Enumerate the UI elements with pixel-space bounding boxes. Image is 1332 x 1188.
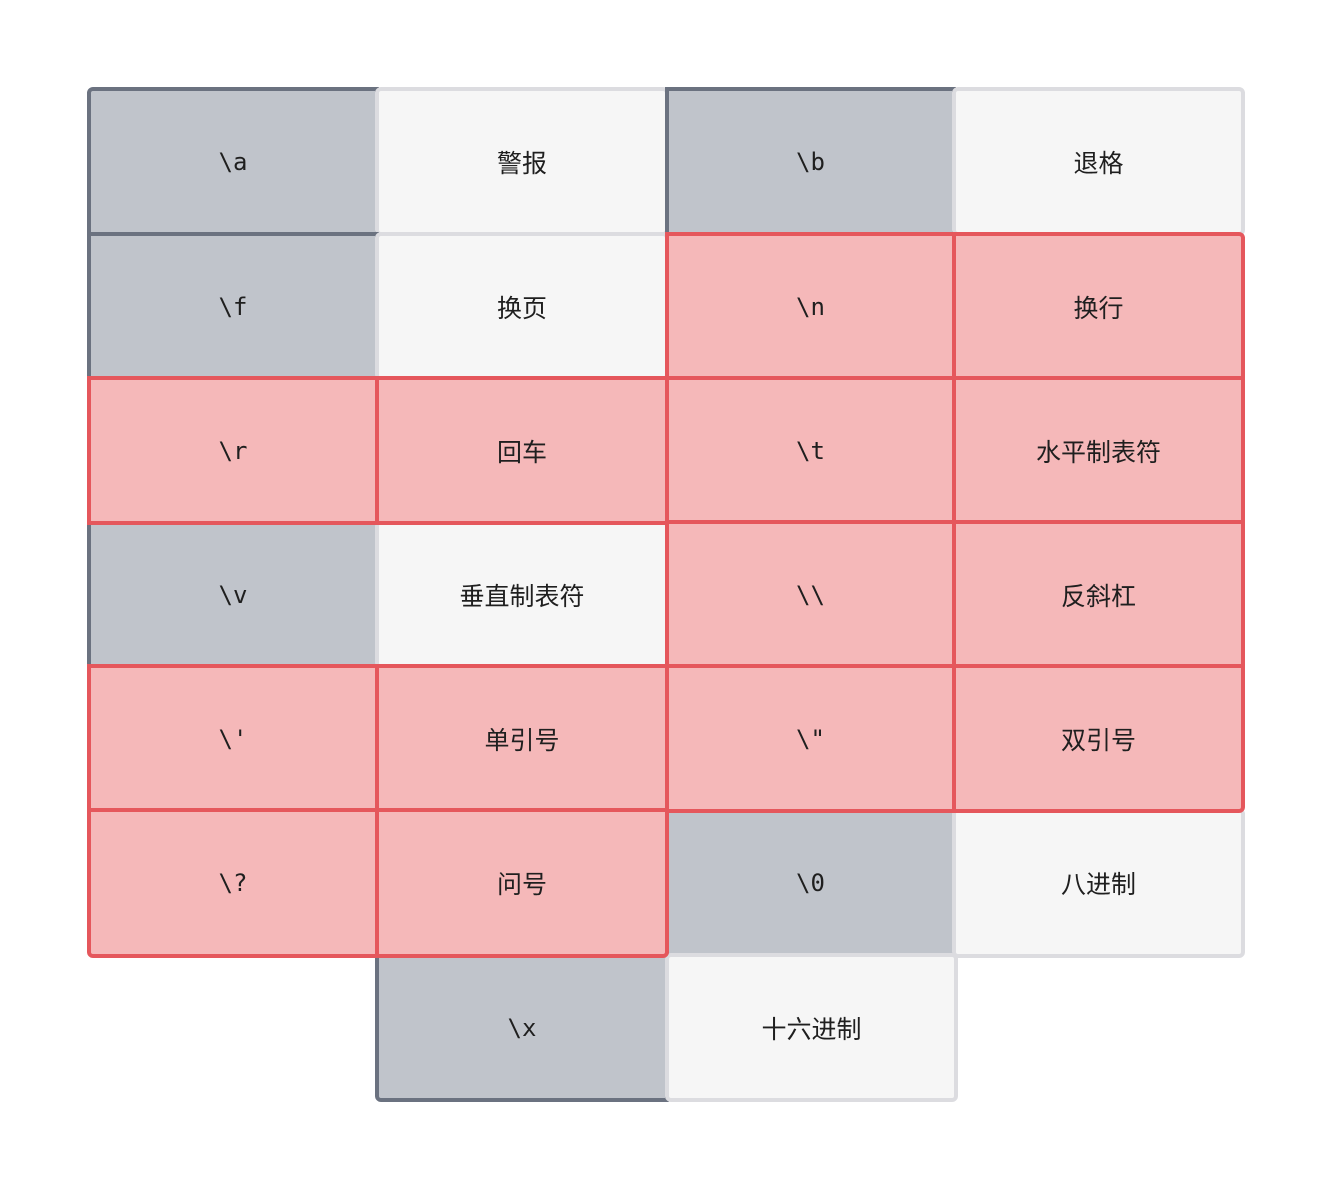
name-label: 水平制表符 [1035, 437, 1161, 467]
code-label: \\ [796, 580, 825, 609]
name-label: 回车 [496, 437, 547, 467]
name-cell-highlighted: 单引号 [375, 664, 669, 813]
name-cell-highlighted: 问号 [375, 808, 669, 958]
code-label: \" [796, 724, 825, 753]
name-cell-highlighted: 水平制表符 [952, 376, 1245, 525]
name-cell: 十六进制 [665, 953, 958, 1102]
name-label: 双引号 [1060, 725, 1136, 755]
code-cell-highlighted: \n [665, 232, 956, 381]
code-cell-highlighted: \" [665, 664, 956, 813]
name-label: 十六进制 [761, 1014, 862, 1044]
code-label: \t [796, 436, 825, 465]
name-label: 警报 [496, 148, 547, 178]
name-label: 问号 [496, 870, 547, 899]
code-label: \a [218, 147, 248, 176]
name-cell-highlighted: 双引号 [952, 664, 1245, 813]
name-cell-highlighted: 回车 [375, 376, 669, 525]
code-cell: \x [375, 953, 669, 1102]
code-cell-highlighted: \r [87, 376, 379, 525]
name-cell: 退格 [952, 87, 1245, 236]
code-cell-highlighted: \t [665, 376, 956, 525]
code-cell-highlighted: \\ [665, 520, 956, 669]
code-cell-highlighted: \' [87, 664, 379, 813]
code-cell: \b [665, 87, 956, 236]
code-label: \x [507, 1013, 537, 1042]
name-cell: 警报 [375, 87, 669, 236]
name-label: 单引号 [484, 725, 560, 755]
escape-sequence-grid: \a 警报 \b 退格 \f 换页 \n 换行 \r 回车 \t 水平制表符 \… [0, 0, 1332, 1188]
name-label: 退格 [1073, 148, 1124, 178]
code-label: \' [218, 724, 248, 753]
code-label: \f [218, 292, 248, 321]
code-label: \r [218, 436, 248, 465]
code-label: \b [796, 147, 825, 176]
code-cell: \v [87, 520, 379, 669]
code-cell-highlighted: \? [87, 808, 379, 958]
name-cell: 换页 [375, 232, 669, 381]
name-cell: 垂直制表符 [375, 520, 669, 669]
code-label: \n [796, 292, 825, 321]
code-label: \v [218, 580, 248, 609]
code-cell: \f [87, 232, 379, 381]
name-label: 八进制 [1060, 870, 1136, 899]
name-label: 垂直制表符 [459, 581, 585, 611]
code-label: \? [218, 869, 248, 897]
name-label: 换行 [1073, 293, 1124, 323]
name-label: 反斜杠 [1060, 581, 1136, 611]
name-label: 换页 [496, 293, 547, 323]
code-cell: \a [87, 87, 379, 236]
code-cell: \0 [665, 808, 956, 958]
name-cell: 八进制 [952, 808, 1245, 958]
name-cell-highlighted: 反斜杠 [952, 520, 1245, 669]
name-cell-highlighted: 换行 [952, 232, 1245, 381]
code-label: \0 [796, 869, 825, 897]
